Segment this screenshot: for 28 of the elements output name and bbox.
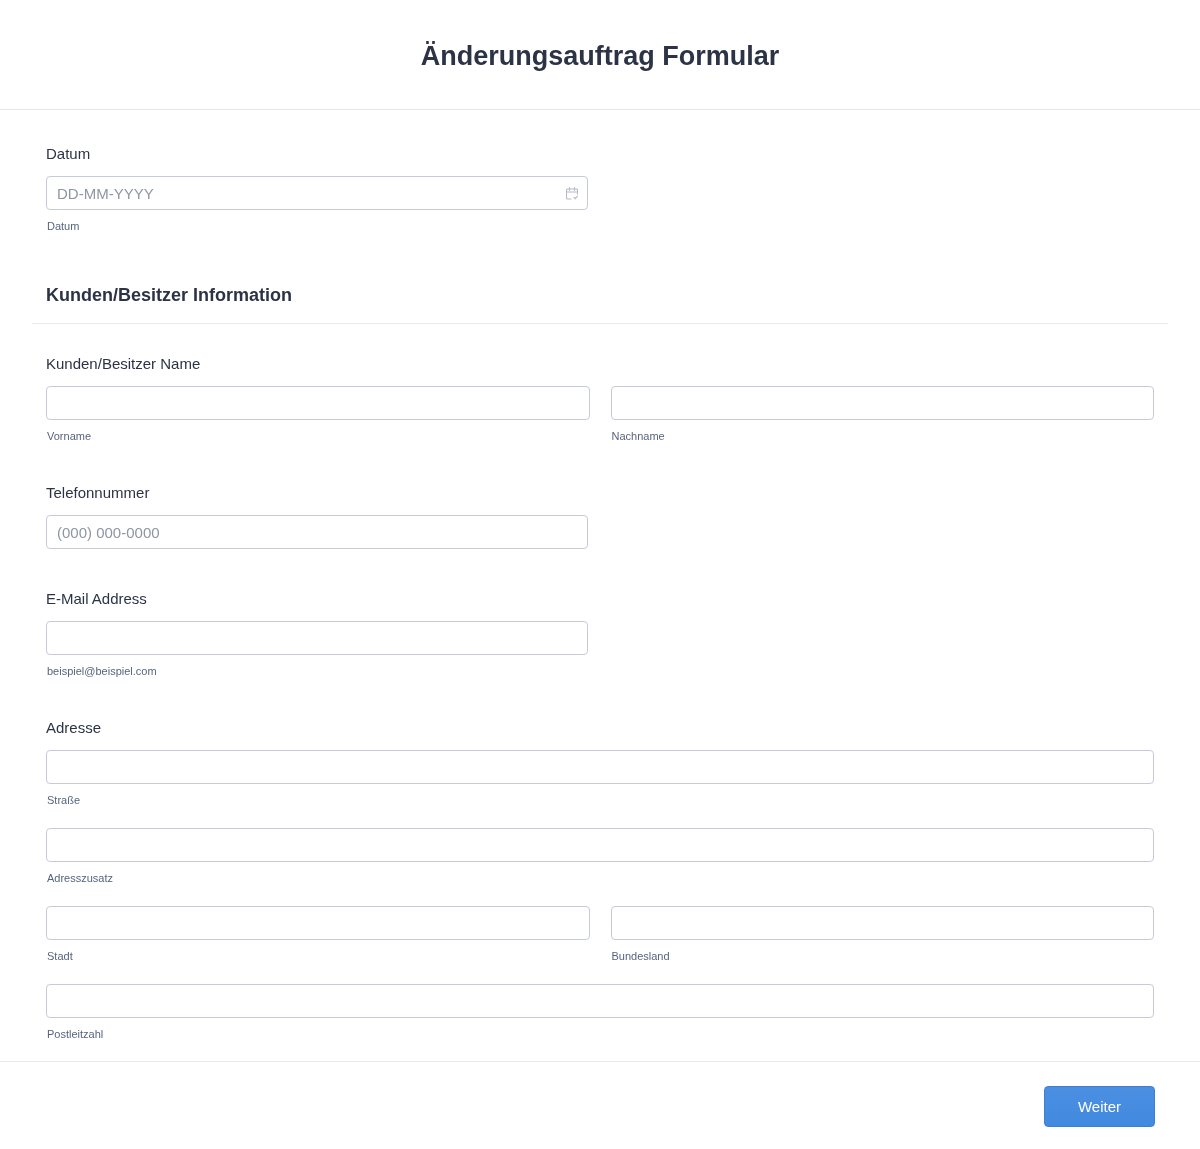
form-title: Änderungsauftrag Formular bbox=[420, 39, 780, 73]
text-input-field[interactable] bbox=[610, 906, 1154, 940]
field-sublabel: Datum bbox=[46, 219, 81, 233]
text-input-field[interactable] bbox=[46, 386, 590, 420]
field-sublabel: Stadt bbox=[46, 949, 74, 963]
next-button[interactable]: Weiter bbox=[1044, 1086, 1155, 1127]
text-input-field[interactable] bbox=[46, 621, 588, 655]
section-heading: Kunden/Besitzer Information bbox=[46, 284, 293, 307]
field-sublabel: Vorname bbox=[46, 429, 93, 443]
field-label: Datum bbox=[46, 144, 92, 164]
field-sublabel: Postleitzahl bbox=[46, 1027, 105, 1041]
field-sublabel: Bundesland bbox=[610, 949, 671, 963]
field-sublabel: Straße bbox=[46, 793, 81, 807]
date-input-field[interactable]: DD-MM-YYYY bbox=[46, 176, 588, 210]
text-input-field[interactable] bbox=[46, 906, 590, 940]
field-sublabel: Adresszusatz bbox=[46, 871, 115, 885]
field-sublabel: Nachname bbox=[610, 429, 666, 443]
text-input-field[interactable] bbox=[46, 828, 1154, 862]
text-input-field[interactable] bbox=[46, 984, 1154, 1018]
calendar-icon[interactable] bbox=[566, 187, 578, 200]
field-label: Adresse bbox=[46, 718, 103, 738]
field-sublabel: beispiel@beispiel.com bbox=[46, 664, 158, 678]
field-label: E-Mail Address bbox=[46, 589, 148, 609]
field-label: Telefonnummer bbox=[46, 483, 151, 503]
text-input-field[interactable]: (000) 000-0000 bbox=[46, 515, 588, 549]
text-input-field[interactable] bbox=[610, 386, 1154, 420]
field-label: Kunden/Besitzer Name bbox=[46, 354, 202, 374]
text-input-field[interactable] bbox=[46, 750, 1154, 784]
